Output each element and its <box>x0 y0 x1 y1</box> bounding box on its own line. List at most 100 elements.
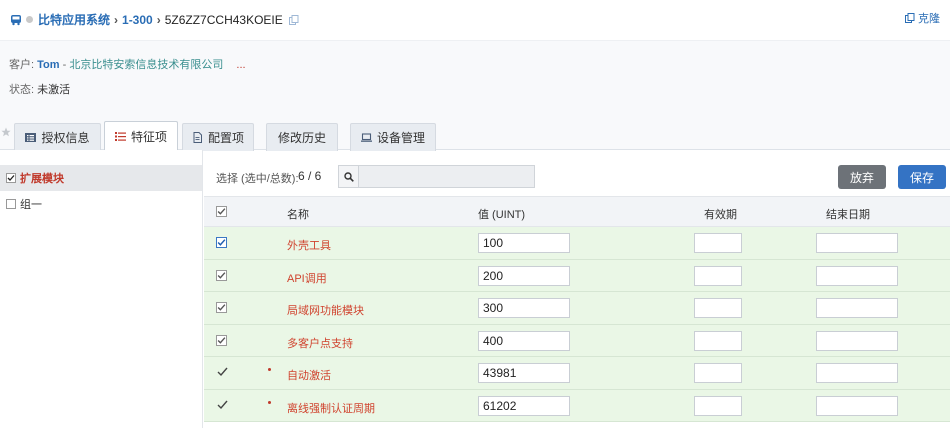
copy-icon[interactable] <box>288 14 299 25</box>
breadcrumb-separator: › <box>114 12 119 27</box>
tab-change-history[interactable]: 修改历史 <box>266 123 338 151</box>
save-button[interactable]: 保存 <box>898 165 946 189</box>
checkbox[interactable] <box>6 173 16 183</box>
column-header-validity: 有效期 <box>704 209 737 221</box>
selection-label: 选择 (选中/总数): <box>216 173 299 185</box>
column-header-end-date: 结束日期 <box>826 209 870 221</box>
search-box <box>338 165 535 188</box>
search-icon[interactable] <box>339 166 359 187</box>
table-row: 局域网功能模块 <box>204 292 950 325</box>
tab-label: 特征项 <box>130 130 167 144</box>
breadcrumb-separator: › <box>156 12 161 27</box>
tab-label: 配置项 <box>207 131 244 145</box>
table-row: API调用 <box>204 259 950 292</box>
validity-input[interactable] <box>694 233 742 253</box>
breadcrumb-app-link[interactable]: 比特应用系统 <box>38 11 110 28</box>
end-date-input[interactable] <box>816 233 898 253</box>
list-icon <box>25 133 37 142</box>
checkbox[interactable] <box>6 199 16 209</box>
validity-input[interactable] <box>694 298 742 318</box>
table-header: 名称 值 (UINT) 有效期 结束日期 <box>204 196 950 227</box>
table-row: 多客户点支持 <box>204 324 950 357</box>
status-label: 状态: <box>9 84 35 96</box>
row-checkbox[interactable] <box>216 334 227 346</box>
check-icon <box>217 367 228 377</box>
table-row: 离线强制认证周期 <box>204 389 950 422</box>
validity-input[interactable] <box>694 330 742 351</box>
laptop-icon <box>360 133 372 142</box>
check-icon <box>217 400 228 409</box>
breadcrumb-license-id: 5Z6ZZ7CCH43KOEIE <box>164 12 283 27</box>
feature-name: 多客户点支持 <box>287 337 353 350</box>
discard-button[interactable]: 放弃 <box>838 165 886 189</box>
tab-label: 设备管理 <box>376 131 425 145</box>
breadcrumb: 比特应用系统 › 1-300 › 5Z6ZZ7CCH43KOEIE <box>10 11 299 28</box>
feature-value-input[interactable] <box>478 265 570 286</box>
feature-value-input[interactable] <box>478 330 570 351</box>
search-input[interactable] <box>359 166 534 187</box>
row-checkbox[interactable] <box>216 269 227 281</box>
clone-icon <box>905 13 915 23</box>
feature-value-input[interactable] <box>478 363 570 383</box>
tab-license-info[interactable]: 授权信息 <box>14 123 101 151</box>
feature-value-input[interactable] <box>478 395 570 416</box>
end-date-input[interactable] <box>816 330 898 351</box>
sidebar-item-group-one[interactable]: 组一 <box>0 191 202 217</box>
table-row: 自动激活 <box>204 357 950 390</box>
check-icon <box>217 304 226 311</box>
tab-device-management[interactable]: 设备管理 <box>350 123 436 151</box>
end-date-input[interactable] <box>816 265 898 286</box>
customer-more-link[interactable]: ... <box>236 59 245 71</box>
column-header-name: 名称 <box>287 209 309 221</box>
tab-label: 授权信息 <box>41 131 90 145</box>
status-row: 状态: 未激活 <box>9 81 70 97</box>
sidebar-item-extension-modules[interactable]: 扩展模块 <box>0 165 202 191</box>
tab-config-items[interactable]: 配置项 <box>182 123 254 151</box>
required-bullet <box>268 400 271 404</box>
selection-count: 6 / 6 <box>298 169 322 183</box>
bulleted-list-icon <box>114 132 126 141</box>
feature-name: 局域网功能模块 <box>287 305 364 317</box>
clone-button[interactable]: 克隆 <box>905 10 940 26</box>
validity-input[interactable] <box>694 395 742 416</box>
check-icon <box>217 336 226 344</box>
tab-bar: 授权信息 特征项 配置项 修改历史 设备管理 <box>0 106 950 151</box>
check-icon <box>7 175 15 181</box>
customer-name-link[interactable]: Tom <box>37 59 59 71</box>
end-date-input[interactable] <box>816 395 898 416</box>
required-bullet <box>268 368 271 371</box>
features-table-body: 外壳工具 API调用 局域网功能模块 多 <box>204 227 950 422</box>
feature-name: 自动激活 <box>287 370 331 382</box>
check-icon <box>217 271 226 279</box>
check-icon <box>217 208 226 215</box>
bus-icon <box>11 14 21 25</box>
customer-info-panel: 客户: Tom - 北京比特安索信息技术有限公司 ... 状态: 未激活 <box>0 40 950 106</box>
feature-value-input[interactable] <box>478 298 570 318</box>
status-dot <box>26 16 33 23</box>
sidebar-item-label: 扩展模块 <box>20 173 64 185</box>
tab-label: 修改历史 <box>277 131 326 145</box>
feature-group-sidebar: 扩展模块 组一 <box>0 150 203 428</box>
document-icon <box>193 132 202 143</box>
validity-input[interactable] <box>694 265 742 286</box>
features-panel: 选择 (选中/总数): 6 / 6 放弃 保存 名称 值 (UINT) 有效期 … <box>204 150 950 428</box>
row-checkbox[interactable] <box>216 237 227 248</box>
customer-company-link[interactable]: 北京比特安索信息技术有限公司 <box>69 59 223 71</box>
select-all-checkbox[interactable] <box>216 206 227 217</box>
end-date-input[interactable] <box>816 363 898 383</box>
top-bar: 比特应用系统 › 1-300 › 5Z6ZZ7CCH43KOEIE 克隆 <box>0 0 950 40</box>
end-date-input[interactable] <box>816 298 898 318</box>
feature-name: API调用 <box>287 272 327 285</box>
customer-label: 客户: <box>9 59 35 71</box>
breadcrumb-range-link[interactable]: 1-300 <box>122 13 153 27</box>
clone-label: 克隆 <box>918 13 940 25</box>
row-checkbox[interactable] <box>216 302 227 313</box>
table-row: 外壳工具 <box>204 227 950 260</box>
validity-input[interactable] <box>694 363 742 383</box>
status-value: 未激活 <box>37 84 71 96</box>
feature-value-input[interactable] <box>478 233 570 253</box>
features-toolbar: 选择 (选中/总数): 6 / 6 放弃 保存 <box>204 150 950 196</box>
feature-name: 离线强制认证周期 <box>287 402 375 415</box>
tab-features[interactable]: 特征项 <box>104 121 178 151</box>
star-icon[interactable] <box>1 127 11 137</box>
